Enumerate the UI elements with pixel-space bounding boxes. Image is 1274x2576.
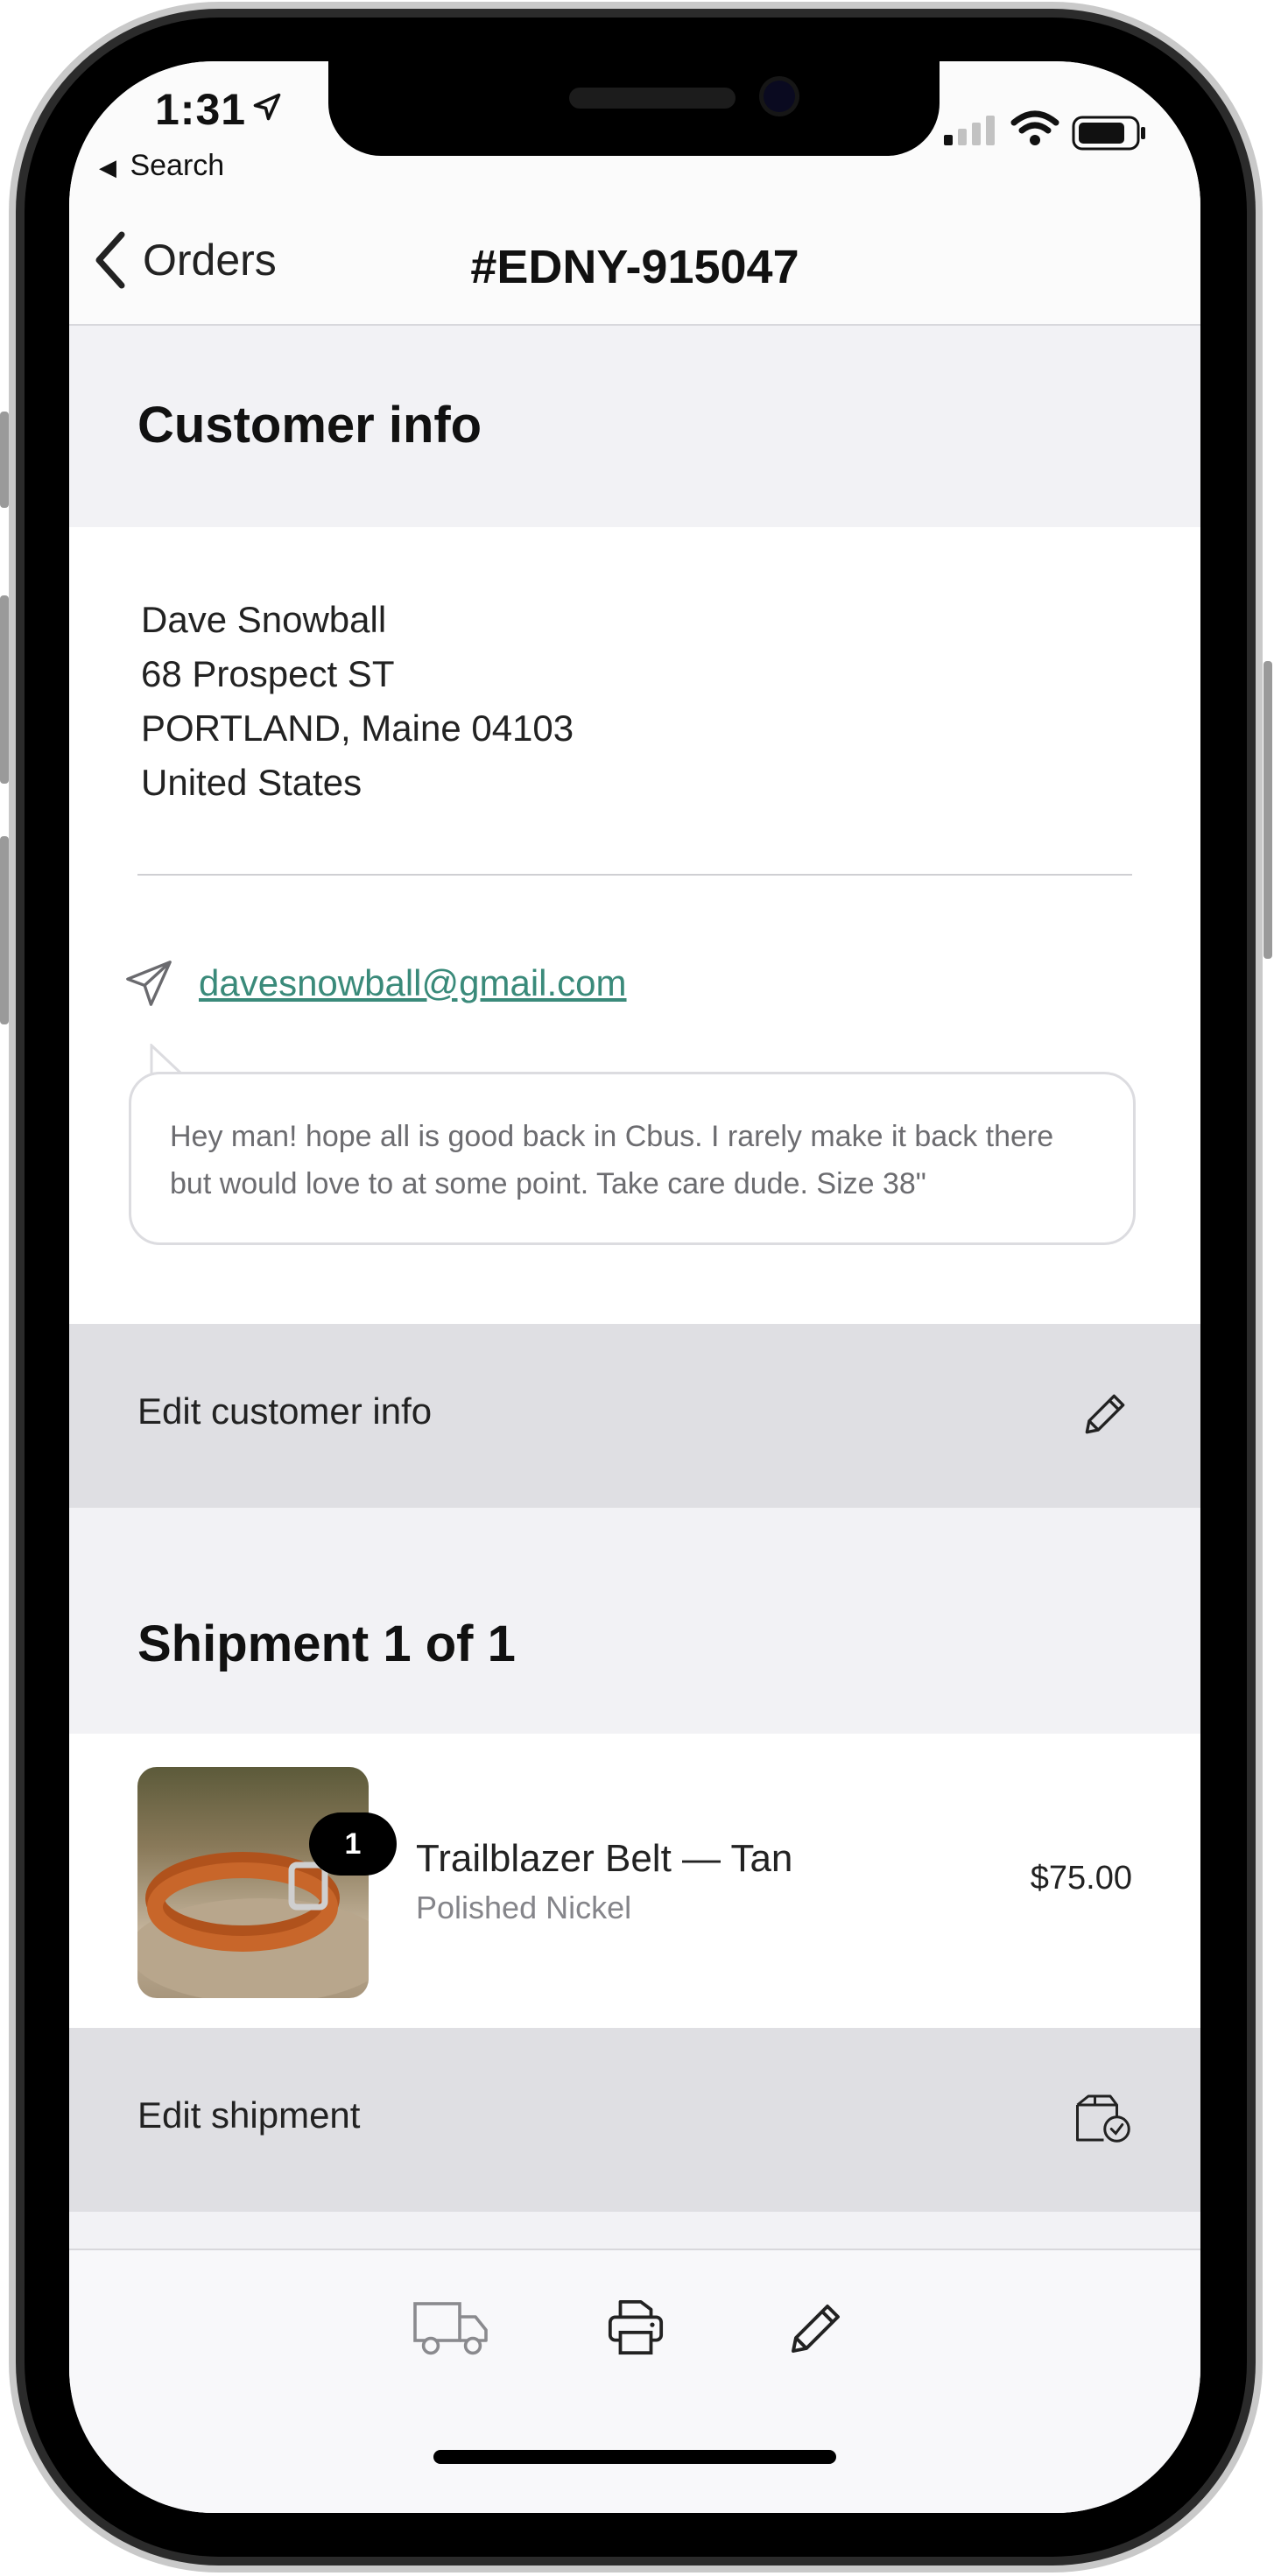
front-camera [764, 81, 795, 112]
customer-info-title: Customer info [137, 397, 482, 454]
phone-screen: 1:31 ◀ Search Orders #EDNY-915047 Custom… [69, 61, 1200, 2513]
page-title: #EDNY-915047 [470, 241, 799, 293]
customer-card: Dave Snowball 68 Prospect ST PORTLAND, M… [69, 527, 1200, 1324]
navigation-bar: Orders #EDNY-915047 [69, 201, 1200, 326]
customer-info-header: Customer info [69, 326, 1200, 527]
silent-switch [0, 412, 9, 508]
pencil-icon [1085, 1394, 1125, 1434]
address-line: PORTLAND, Maine 04103 [141, 707, 574, 749]
bottom-toolbar [69, 2249, 1200, 2513]
speech-bubble-tail [150, 1044, 183, 1075]
edit-customer-info-label: Edit customer info [137, 1390, 433, 1432]
paper-plane-icon [126, 961, 172, 1006]
order-detail-content: Customer info Dave Snowball 68 Prospect … [69, 326, 1200, 2212]
edit-shipment-button[interactable]: Edit shipment [69, 2028, 1200, 2212]
customer-note-bubble: Hey man! hope all is good back in Cbus. … [129, 1072, 1136, 1245]
printer-icon[interactable] [605, 2296, 666, 2359]
customer-email-link[interactable]: davesnowball@gmail.com [199, 962, 627, 1004]
home-indicator[interactable] [433, 2450, 836, 2464]
address-line: 68 Prospect ST [141, 653, 395, 694]
address-line: United States [141, 762, 362, 803]
volume-up-button [0, 595, 9, 784]
power-button [1263, 661, 1272, 959]
status-time: 1:31 [155, 85, 247, 134]
battery-icon [1072, 116, 1145, 151]
back-to-app[interactable]: ◀ Search [99, 149, 224, 183]
camera-notch [328, 61, 940, 156]
product-name: Trailblazer Belt — Tan [416, 1837, 793, 1880]
truck-icon[interactable] [412, 2296, 491, 2359]
edit-customer-info-button[interactable]: Edit customer info [69, 1324, 1200, 1508]
volume-down-button [0, 836, 9, 1024]
product-thumbnail [137, 1767, 369, 1998]
location-arrow-icon [253, 93, 281, 121]
product-price: $75.00 [1030, 1860, 1132, 1897]
wifi-icon [1010, 110, 1059, 145]
line-item-row[interactable]: 1 Trailblazer Belt — Tan Polished Nickel… [69, 1734, 1200, 2028]
address-line: Dave Snowball [141, 599, 387, 640]
package-check-icon [1076, 2094, 1130, 2143]
shipment-header: Shipment 1 of 1 [69, 1508, 1200, 1734]
product-variant: Polished Nickel [416, 1890, 632, 1925]
customer-note: Hey man! hope all is good back in Cbus. … [170, 1120, 1054, 1200]
back-triangle-icon: ◀ [99, 154, 116, 180]
earpiece-speaker [569, 88, 736, 109]
edit-shipment-label: Edit shipment [137, 2094, 361, 2136]
cell-signal-icon [944, 116, 995, 145]
divider [137, 874, 1132, 876]
email-row: davesnowball@gmail.com [123, 958, 627, 1009]
quantity-badge: 1 [309, 1812, 397, 1876]
pencil-icon[interactable] [785, 2296, 848, 2359]
shipment-title: Shipment 1 of 1 [137, 1615, 516, 1672]
back-app-label: Search [130, 149, 225, 182]
